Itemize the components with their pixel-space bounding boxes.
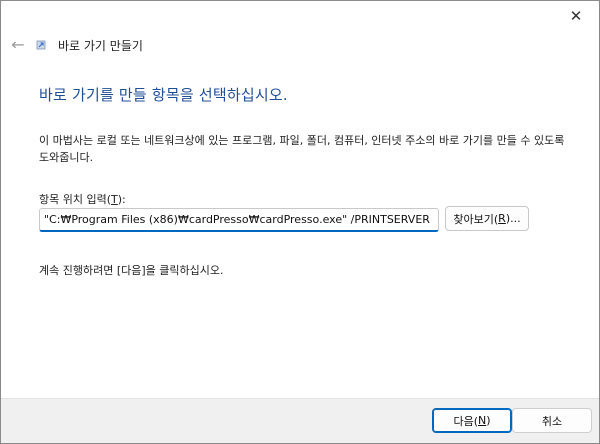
instruction-heading: 바로 가기를 만들 항목을 선택하십시오.: [39, 86, 288, 104]
back-button[interactable]: ←: [8, 33, 28, 55]
next-button[interactable]: 다음(N): [432, 408, 512, 433]
wizard-title: 바로 가기 만들기: [58, 39, 143, 53]
cancel-button[interactable]: 취소: [512, 408, 592, 433]
wizard-description: 이 마법사는 로컬 또는 네트워크상에 있는 프로그램, 파일, 폴더, 컴퓨터…: [39, 134, 565, 164]
close-icon: ✕: [569, 7, 583, 25]
create-shortcut-window: ✕ ← 바로 가기 만들기 바로 가기를 만들 항목을 선택하십시오. 이 마법…: [0, 0, 600, 444]
wizard-footer: 다음(N) 취소: [1, 398, 599, 443]
back-arrow-icon: ←: [11, 34, 25, 54]
continue-hint: 계속 진행하려면 [다음]을 클릭하십시오.: [39, 264, 224, 277]
close-button[interactable]: ✕: [553, 1, 599, 31]
browse-button[interactable]: 찾아보기(R)...: [445, 206, 529, 231]
wizard-header: ← 바로 가기 만들기: [1, 31, 599, 59]
shortcut-wizard-icon: [36, 40, 46, 50]
location-field-label: 항목 위치 입력(T):: [39, 193, 126, 206]
location-input[interactable]: [39, 208, 439, 232]
